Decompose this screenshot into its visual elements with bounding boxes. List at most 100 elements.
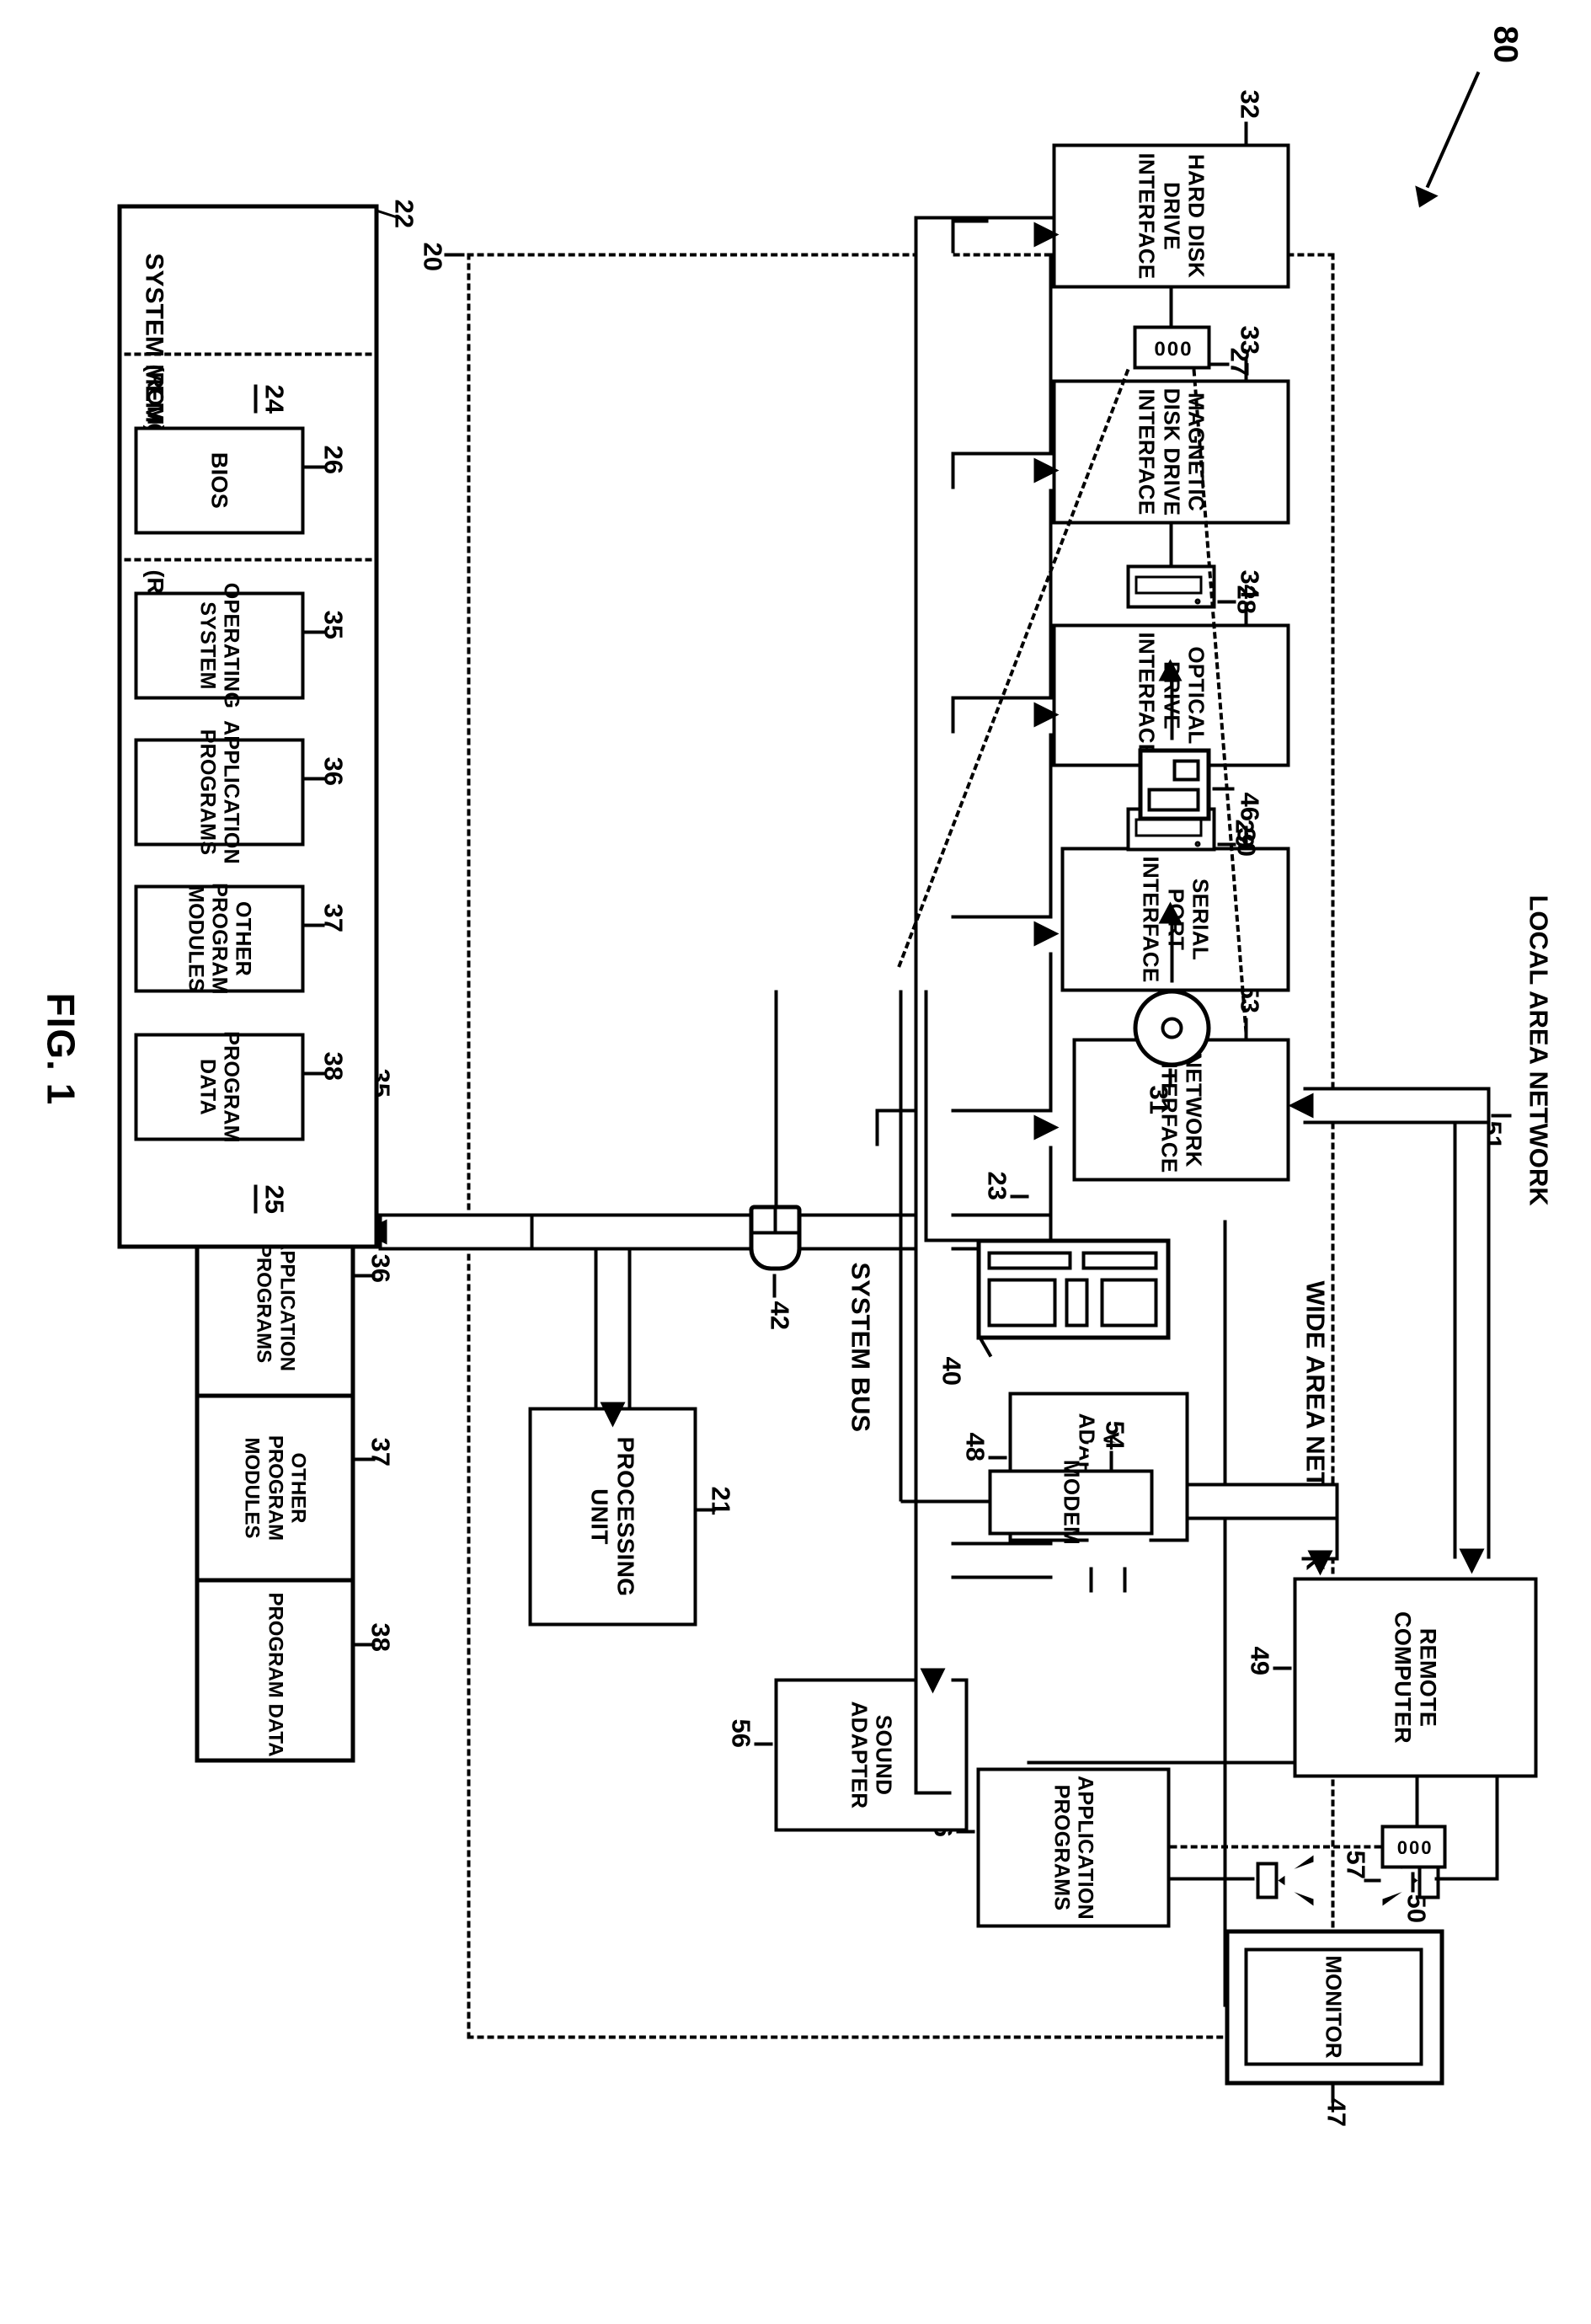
- remote-computer-label: REMOTE COMPUTER: [1390, 1611, 1441, 1744]
- speakers-ref-leader: [1364, 1878, 1380, 1882]
- memory-app-ref-leader: [304, 777, 324, 780]
- system-memory-ref-22: 22: [389, 199, 419, 228]
- detail-cell-other-program-modules: OTHER PROGRAM MODULES: [199, 1397, 350, 1582]
- computer-ref-20: 20: [418, 242, 447, 271]
- monitor-to-video-adapter-cable: [1223, 1220, 1226, 2006]
- keyboard-ref-40: 40: [937, 1356, 966, 1386]
- monitor-ref-47: 47: [1321, 2097, 1351, 2127]
- detail-cell-other-program-modules-label: OTHER PROGRAM MODULES: [240, 1434, 310, 1541]
- bus-arrow-sound: [920, 1668, 945, 1693]
- keyboard-wire-down: [926, 1238, 976, 1242]
- remote-computer-box: REMOTE COMPUTER: [1293, 1577, 1537, 1777]
- magnetic-drive-link: [1169, 524, 1172, 564]
- modem-wire-down: [900, 1499, 988, 1503]
- hard-disk-drive-interface-label: HARD DISK DRIVE INTERFACE: [1134, 152, 1209, 280]
- detail-ref-36-leader: [355, 1274, 375, 1277]
- bus-branch-cpu: [594, 1250, 631, 1410]
- memory-pd-ref-leader: [304, 1071, 324, 1075]
- magnetic-drive-ref-28: 28: [1231, 585, 1261, 614]
- remote-storage-dashed-leader: [1170, 1845, 1380, 1851]
- speaker-wire-top-h: [1495, 1760, 1498, 1880]
- video-adapter-ref-leader: [988, 1456, 1006, 1459]
- remote-storage-link: [1415, 1777, 1418, 1824]
- bus-arrow-net: [1033, 1114, 1059, 1140]
- mouse-icon: [749, 1205, 801, 1270]
- local-area-network-label: LOCAL AREA NETWORK: [1524, 895, 1553, 1206]
- system-bus-label: SYSTEM BUS: [846, 1262, 875, 1432]
- memory-application-programs-box: APPLICATION PROGRAMS: [134, 720, 304, 863]
- sound-adapter-label: SOUND ADAPTER: [846, 1701, 897, 1808]
- memory-pd-ref-38: 38: [318, 1051, 348, 1081]
- bios-label: BIOS: [206, 451, 232, 509]
- processing-unit-ref-leader: [697, 1508, 715, 1511]
- hard-disk-drive-interface-box: HARD DISK DRIVE INTERFACE: [1052, 143, 1289, 288]
- figure-label: FIG. 1: [39, 992, 83, 1105]
- detail-ref-38-leader: [355, 1643, 375, 1646]
- detail-cell-program-data: PROGRAM DATA: [199, 1582, 350, 1766]
- modem-ref-leader: [1109, 1450, 1113, 1471]
- keyboard-wire-to-serial: [924, 990, 927, 1242]
- memory-other-program-modules-box: OTHER PROGRAM MODULES: [134, 883, 304, 994]
- bus-leg-hdd-shim: [951, 216, 988, 222]
- memory-os-ref-leader: [304, 630, 324, 633]
- speaker-wire-top: [1434, 1877, 1498, 1880]
- system-bus-ref-leader: [1010, 1194, 1028, 1198]
- video-adapter-ref-48: 48: [960, 1432, 990, 1461]
- bus-branch-memory: [378, 1213, 530, 1250]
- optical-disk-ref-31: 31: [1144, 1085, 1173, 1114]
- bus-arrow-odd: [1033, 702, 1059, 727]
- bus-spine-top: [1049, 241, 1052, 1250]
- detail-ref-38: 38: [366, 1622, 395, 1652]
- mouse-ref-leader: [772, 1274, 776, 1297]
- detail-ref-36: 36: [366, 1253, 395, 1283]
- optical-insert-arrow-shaft: [1170, 923, 1173, 982]
- mouse-ref-42: 42: [765, 1301, 794, 1330]
- remote-computer-ref-leader: [1273, 1666, 1291, 1670]
- memory-os-ref-35: 35: [318, 610, 348, 639]
- system-bus-ref-23: 23: [982, 1171, 1012, 1200]
- bios-ref-leader: [304, 465, 324, 468]
- modem-wire-to-serial: [899, 990, 902, 1501]
- memory-opm-ref-leader: [304, 923, 324, 927]
- hard-disk-drive-ref-27: 27: [1225, 347, 1254, 377]
- wan-bus-vertical: [1170, 1483, 1338, 1520]
- lan-bus-vertical: [1303, 1087, 1490, 1124]
- magnetic-drive-icon: [1126, 564, 1215, 608]
- hard-disk-drive-link: [1169, 288, 1172, 325]
- bios-box: BIOS: [134, 426, 304, 534]
- optical-disk-icon: [1133, 989, 1210, 1066]
- figure-canvas: 80 20 MONITOR 47 57 LOCAL AREA NETWORK 5…: [0, 0, 1591, 2324]
- magnetic-insert-arrow: [1158, 659, 1182, 681]
- monitor-ref-leader: [1331, 2084, 1334, 2102]
- bus-arrow-mdd: [1033, 457, 1059, 483]
- memory-divider-rom: [124, 352, 371, 355]
- remote-storage-ref-50: 50: [1401, 1894, 1431, 1923]
- keyboard-icon: [976, 1238, 1170, 1339]
- ram-ref-25: 25: [254, 1184, 289, 1214]
- optical-disk-ref-leader: [1168, 1068, 1172, 1087]
- sound-adapter-ref-leader: [754, 1742, 772, 1745]
- remote-application-programs-box: APPLICATION PROGRAMS: [976, 1767, 1170, 1927]
- mouse-wire-to-serial: [774, 990, 777, 1207]
- hard-disk-ref-32: 32: [1235, 89, 1264, 119]
- wan-arrow-into-remote: [1307, 1550, 1332, 1575]
- serial-port-ref-46: 46: [1235, 792, 1264, 821]
- bus-lower-rail: [914, 216, 951, 1794]
- bus-arrow-serial: [1033, 921, 1059, 946]
- memory-program-data-box: PROGRAM DATA: [134, 1031, 304, 1142]
- detail-ref-37: 37: [366, 1437, 395, 1467]
- detail-cell-program-data-label: PROGRAM DATA: [263, 1591, 286, 1757]
- magnetic-disk-drive-interface-box: MAGNETIC DISK DRIVE INTERFACE: [1052, 379, 1289, 524]
- lan-arrow-into-remote: [1459, 1548, 1484, 1573]
- optical-insert-arrow: [1158, 901, 1182, 923]
- memory-other-program-modules-label: OTHER PROGRAM MODULES: [184, 882, 254, 995]
- magnetic-disk-ref-leader: [1212, 787, 1234, 790]
- remote-storage-icon: 000: [1380, 1824, 1446, 1868]
- remote-storage-glyph: 000: [1395, 1836, 1432, 1857]
- modem-box: MODEM: [988, 1459, 1153, 1545]
- memory-operating-system-label: OPERATING SYSTEM: [195, 582, 243, 708]
- system-ref-80: 80: [1487, 25, 1524, 63]
- processing-unit-label: PROCESSING UNIT: [586, 1436, 639, 1596]
- detail-ref-37-leader: [355, 1457, 375, 1461]
- bus-arrow-hdd: [1033, 222, 1059, 247]
